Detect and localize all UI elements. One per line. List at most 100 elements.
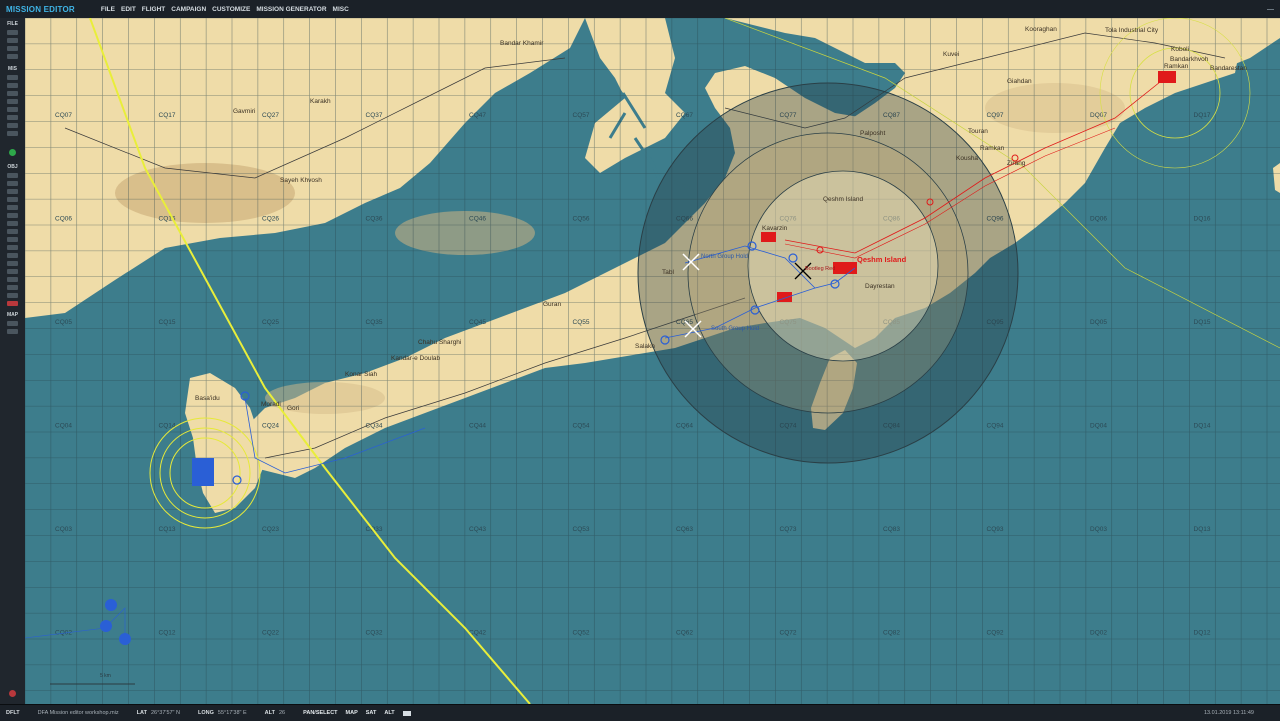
coalition-icon[interactable] xyxy=(7,99,18,104)
grid-cell-label: CQ73 xyxy=(780,526,797,533)
menu-edit[interactable]: EDIT xyxy=(121,6,136,13)
navpoint-icon[interactable] xyxy=(7,229,18,234)
grid-cell-label: CQ92 xyxy=(987,630,1004,637)
menu-campaign[interactable]: CAMPAIGN xyxy=(171,6,206,13)
mode-pan-select-button[interactable]: PAN/SELECT xyxy=(303,710,337,716)
camera-icon[interactable] xyxy=(402,710,411,716)
map-view[interactable]: CQ07 CQ06 CQ05 CQ04 CQ03 CQ02 CQ17 CQ16 CQ15 CQ14… xyxy=(25,18,1280,704)
menu-customize[interactable]: CUSTOMIZE xyxy=(212,6,250,13)
status-long-label: LONG xyxy=(198,710,214,716)
mission-icon[interactable] xyxy=(7,285,18,290)
grid-cell-label: CQ56 xyxy=(573,216,590,223)
zone-icon[interactable] xyxy=(7,221,18,226)
place-label: Konar Siah xyxy=(345,371,378,378)
blue-unit-marker[interactable] xyxy=(105,599,117,611)
ruler-icon[interactable] xyxy=(7,237,18,242)
menu-flight[interactable]: FLIGHT xyxy=(142,6,165,13)
place-label: Guran xyxy=(543,301,561,308)
grid-cell-label: CQ64 xyxy=(676,423,693,430)
static-object-icon[interactable] xyxy=(7,205,18,210)
group-label-qeshm: Qeshm Island xyxy=(857,255,907,264)
place-label: Kooraghan xyxy=(1025,26,1057,33)
place-label: Palposht xyxy=(860,130,885,137)
save-as-icon[interactable] xyxy=(7,46,18,51)
left-toolbar: FILE MIS OBJ MAP xyxy=(0,18,26,704)
status-alt-value: 26 xyxy=(278,710,286,716)
template-icon[interactable] xyxy=(7,213,18,218)
place-label: Basa'idu xyxy=(195,395,220,402)
grid-cell-label: DQ13 xyxy=(1194,526,1211,533)
grid-cell-label: CQ53 xyxy=(573,526,590,533)
goals-icon[interactable] xyxy=(7,115,18,120)
grid-cell-label: CQ23 xyxy=(262,526,279,533)
place-label: Tola Industrial City xyxy=(1105,27,1159,34)
grid-cell-label: CQ55 xyxy=(573,319,590,326)
place-label: Kousha xyxy=(956,155,978,162)
open-icon[interactable] xyxy=(7,30,18,35)
warehouse-icon[interactable] xyxy=(7,277,18,282)
grid-cell-label: CQ32 xyxy=(366,630,383,637)
layers-icon[interactable] xyxy=(7,253,18,258)
helicopter-icon[interactable] xyxy=(7,181,18,186)
grid-cell-label: CQ57 xyxy=(573,112,590,119)
briefing-icon[interactable] xyxy=(7,91,18,96)
grid-cell-label: CQ72 xyxy=(780,630,797,637)
place-label: Kavarzin xyxy=(762,225,788,232)
map-options-icon[interactable] xyxy=(7,321,18,326)
vehicle-icon[interactable] xyxy=(7,197,18,202)
blue-unit-marker[interactable] xyxy=(100,620,112,632)
place-label: Bandarestan xyxy=(1210,65,1247,72)
filter-icon[interactable] xyxy=(7,261,18,266)
fly-icon[interactable] xyxy=(7,131,18,136)
airbase-icon[interactable] xyxy=(7,269,18,274)
task-icon[interactable] xyxy=(7,293,18,298)
menu-misc[interactable]: MISC xyxy=(333,6,349,13)
menu-mission-generator[interactable]: MISSION GENERATOR xyxy=(256,6,326,13)
mode-sat-button[interactable]: SAT xyxy=(366,710,377,716)
mode-map-button[interactable]: MAP xyxy=(346,710,358,716)
grid-cell-label: CQ12 xyxy=(159,630,176,637)
app-title: MISSION EDITOR xyxy=(6,4,75,14)
scale-label: 5 km xyxy=(100,673,111,679)
place-label: Moradi xyxy=(261,401,281,408)
grid-cell-label: CQ93 xyxy=(987,526,1004,533)
time-icon[interactable] xyxy=(7,83,18,88)
red-sam-unit[interactable] xyxy=(833,262,857,274)
status-alt-label: ALT xyxy=(264,710,275,716)
weather-icon[interactable] xyxy=(7,75,18,80)
grid-cell-label: CQ25 xyxy=(262,319,279,326)
status-bar: DFLT DFA Mission editor workshop.miz LAT… xyxy=(0,704,1280,721)
map-layers-icon[interactable] xyxy=(7,329,18,334)
place-label: Bandarkhvoh xyxy=(1170,56,1209,63)
triggers-icon[interactable] xyxy=(7,107,18,112)
grid-cell-label: DQ16 xyxy=(1194,216,1211,223)
status-lat-label: LAT xyxy=(136,710,147,716)
grid-cell-label: CQ52 xyxy=(573,630,590,637)
red-airbase-unit[interactable] xyxy=(761,232,776,242)
delete-icon[interactable] xyxy=(7,301,18,306)
options-icon[interactable] xyxy=(7,123,18,128)
ship-icon[interactable] xyxy=(7,189,18,194)
place-label: Ramkan xyxy=(980,145,1005,152)
draw-icon[interactable] xyxy=(7,245,18,250)
menu-file[interactable]: FILE xyxy=(101,6,115,13)
grid-cell-label: CQ13 xyxy=(159,526,176,533)
record-icon[interactable] xyxy=(9,690,16,697)
map-canvas[interactable]: CQ07CQ06CQ05CQ04CQ03CQ02CQ17CQ16CQ15CQ14… xyxy=(25,18,1280,704)
save-icon[interactable] xyxy=(7,38,18,43)
new-mission-icon[interactable] xyxy=(7,54,18,59)
red-ship-unit[interactable] xyxy=(777,292,792,302)
terrain-highland xyxy=(985,83,1125,133)
place-label: Zirang xyxy=(1007,160,1026,167)
aircraft-icon[interactable] xyxy=(7,173,18,178)
mode-alt-button[interactable]: ALT xyxy=(384,710,394,716)
place-label: Giahdan xyxy=(1007,78,1032,85)
status-green-icon[interactable] xyxy=(9,149,16,156)
blue-unit-marker[interactable] xyxy=(119,633,131,645)
minimize-icon[interactable] xyxy=(1267,9,1274,10)
menu-bar: MISSION EDITOR FILE EDIT FLIGHT CAMPAIGN… xyxy=(0,0,1280,19)
status-lat-value: 26°37'57" N xyxy=(150,710,181,716)
grid-cell-label: CQ47 xyxy=(469,112,486,119)
blue-airbase-unit[interactable] xyxy=(192,458,214,486)
red-unit-east[interactable] xyxy=(1158,71,1176,83)
